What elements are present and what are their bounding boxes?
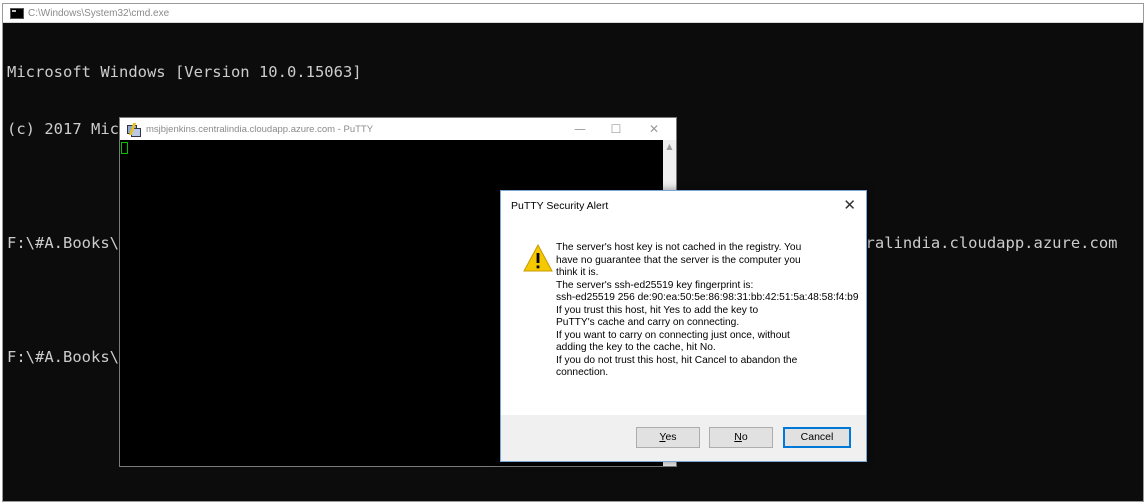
alert-button-bar: Yes No Cancel (501, 415, 866, 461)
no-label: o (741, 431, 748, 443)
alert-message-line: think it is. (556, 267, 599, 278)
alert-titlebar[interactable]: PuTTY Security Alert ✕ (501, 191, 866, 221)
cmd-titlebar[interactable]: C:\Windows\System32\cmd.exe (3, 4, 1143, 23)
security-alert-dialog: PuTTY Security Alert ✕ The server's host… (500, 190, 867, 462)
console-line: Microsoft Windows [Version 10.0.15063] (7, 63, 362, 81)
yes-button[interactable]: Yes (636, 427, 700, 448)
putty-titlebar[interactable]: msjbjenkins.centralindia.cloudapp.azure.… (120, 118, 676, 140)
putty-app-icon (127, 122, 141, 137)
alert-message-line: If you do not trust this host, hit Cance… (556, 354, 798, 366)
cmd-window-title: C:\Windows\System32\cmd.exe (28, 7, 170, 19)
no-button[interactable]: No (709, 427, 773, 448)
scroll-up-arrow-icon[interactable]: ▲ (663, 140, 676, 154)
alert-message-line: If you trust this host, hit Yes to add t… (556, 304, 759, 316)
putty-window-title: msjbjenkins.centralindia.cloudapp.azure.… (146, 123, 374, 135)
close-button[interactable]: ✕ (636, 118, 672, 140)
alert-message-line: connection. (556, 367, 609, 378)
alert-message-line: PuTTY's cache and carry on connecting. (556, 317, 740, 328)
warning-icon (523, 244, 553, 272)
alert-message-line: have no guarantee that the server is the… (556, 254, 801, 266)
alert-close-button[interactable]: ✕ (843, 196, 856, 214)
minimize-button[interactable]: — (562, 118, 598, 140)
alert-message-line: The server's ssh-ed25519 key fingerprint… (556, 279, 754, 291)
no-mnemonic: N (734, 431, 742, 443)
alert-title: PuTTY Security Alert (511, 200, 609, 212)
alert-message-line: adding the key to the cache, hit No. (556, 342, 716, 353)
alert-message-line: If you want to carry on connecting just … (556, 329, 790, 341)
alert-message: The server's host key is not cached in t… (556, 242, 861, 380)
yes-label: es (665, 431, 677, 443)
cmd-app-icon (10, 7, 24, 19)
cancel-button[interactable]: Cancel (783, 427, 851, 448)
key-fingerprint: ssh-ed25519 256 de:90:ea:50:5e:86:98:31:… (556, 292, 859, 303)
terminal-cursor (121, 142, 128, 154)
maximize-button[interactable]: ☐ (598, 118, 634, 140)
alert-message-line: The server's host key is not cached in t… (556, 242, 802, 253)
